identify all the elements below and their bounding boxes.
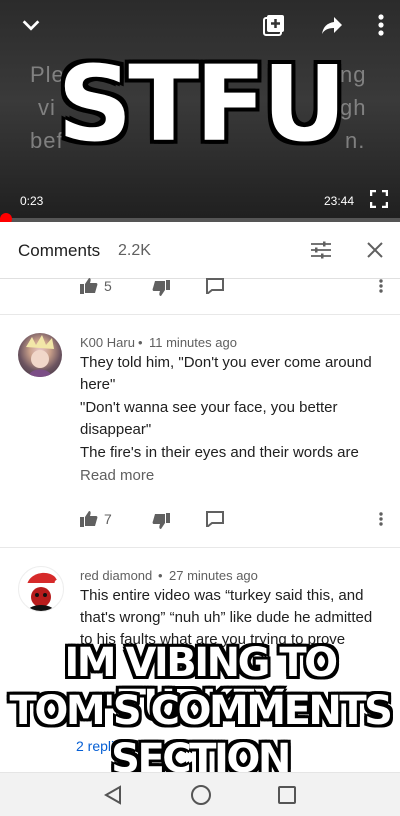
meme-top-caption: STFU <box>57 43 346 165</box>
dislike-button[interactable] <box>152 513 170 529</box>
system-nav-bar <box>0 772 400 816</box>
video-player[interactable]: Ple ng vi gh bef n. STFU 0:23 23:44 <box>0 0 400 222</box>
comment-time: 27 minutes ago <box>169 568 258 583</box>
home-icon[interactable] <box>190 784 212 811</box>
comment-author[interactable]: K00 Haru <box>80 335 135 350</box>
sort-icon[interactable] <box>310 239 332 266</box>
back-icon[interactable] <box>103 785 122 810</box>
comment-text-line: here" <box>80 376 116 393</box>
duration: 23:44 <box>324 194 355 208</box>
comment-item: K00 Haru • 11 minutes ago They told him,… <box>0 315 400 547</box>
comment-time: 11 minutes ago <box>149 335 237 350</box>
comment-actions: 5 <box>0 278 400 302</box>
read-more-link[interactable]: Read more <box>80 467 154 484</box>
reply-icon[interactable] <box>206 278 224 294</box>
like-button[interactable] <box>80 511 98 527</box>
comments-count: 2.2K <box>118 242 151 259</box>
comment-text-line: They told him, "Don't you ever come arou… <box>80 354 372 371</box>
avatar[interactable] <box>18 333 62 377</box>
more-vert-icon[interactable] <box>374 13 388 42</box>
comment-text-line: "Don't wanna see your face, you better <box>80 399 338 416</box>
current-time: 0:23 <box>20 194 44 208</box>
share-icon[interactable] <box>320 13 344 42</box>
fullscreen-icon[interactable] <box>369 189 389 213</box>
reply-icon[interactable] <box>206 511 224 527</box>
comment-text-line: The fire's in their eyes and their words… <box>80 444 359 461</box>
comment-actions: 7 <box>0 511 400 535</box>
meta-separator: • <box>158 568 163 583</box>
meme-bottom-caption-line: TOM'S COMMENTS <box>9 688 393 734</box>
comment-text-line: This entire video was “turkey said this,… <box>80 587 364 604</box>
like-count: 7 <box>104 511 112 527</box>
comment-author[interactable]: red diamond <box>80 568 152 583</box>
recents-icon[interactable] <box>278 786 296 809</box>
meta-separator: • <box>138 335 143 350</box>
chevron-down-icon[interactable] <box>20 14 42 41</box>
like-button[interactable] <box>80 278 98 294</box>
add-to-playlist-icon[interactable] <box>262 13 286 42</box>
more-vert-icon[interactable] <box>378 278 384 294</box>
dislike-button[interactable] <box>152 280 170 296</box>
comments-title: Comments <box>18 241 101 260</box>
comment-text-line: disappear" <box>80 421 152 438</box>
more-vert-icon[interactable] <box>378 511 384 527</box>
comments-header: Comments 2.2K <box>0 222 400 279</box>
avatar[interactable] <box>18 566 64 612</box>
like-count: 5 <box>104 278 112 294</box>
comment-text-line: that's wrong” “nuh uh” like dude he admi… <box>80 609 373 626</box>
close-icon[interactable] <box>366 241 384 264</box>
